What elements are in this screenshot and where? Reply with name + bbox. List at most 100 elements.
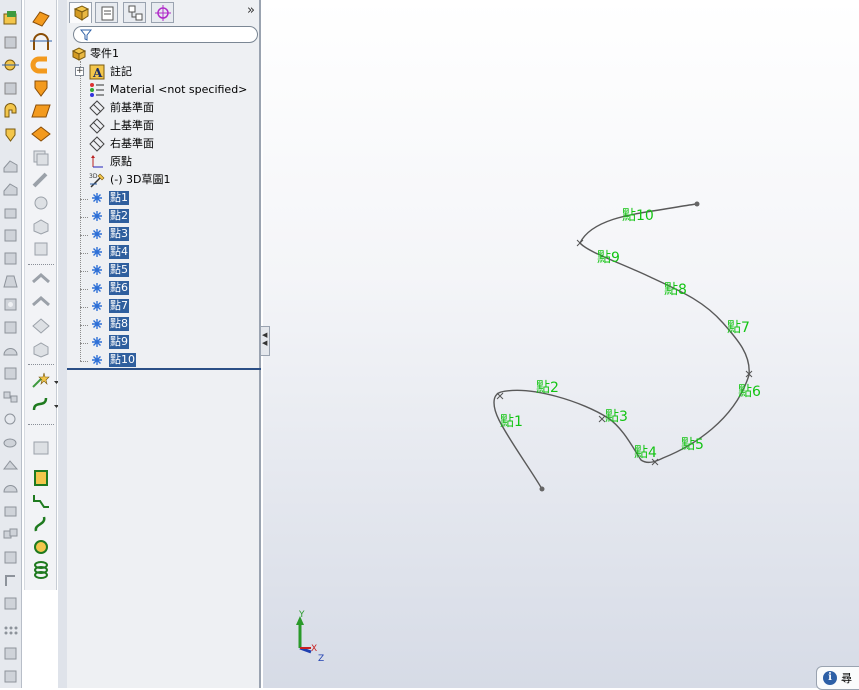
extruded-boss-icon[interactable] (2, 10, 19, 27)
plane-icon (89, 136, 105, 152)
info-icon: i (823, 671, 837, 685)
reference-triad: Y X Z (296, 610, 324, 664)
thicken-icon[interactable] (30, 270, 52, 290)
origin-icon (91, 155, 103, 168)
fillet-icon[interactable] (2, 103, 19, 120)
configurationmanager-tab[interactable] (123, 2, 146, 23)
propertymanager-tab[interactable] (95, 2, 118, 23)
sketch-point-icon (92, 301, 102, 311)
helix-spiral-icon[interactable] (30, 560, 52, 580)
cut-sweep-icon[interactable] (2, 204, 19, 221)
point-label: 點1 (500, 414, 523, 430)
extend-surface-icon[interactable] (30, 170, 52, 190)
cut-with-surface-icon[interactable] (30, 316, 52, 336)
cut-extrude-icon[interactable] (2, 158, 19, 175)
fill-surface-icon[interactable] (30, 239, 52, 259)
info-tooltip[interactable]: i 尋 (816, 666, 859, 690)
curve-through-points-icon[interactable] (30, 394, 52, 414)
curve-pattern-icon[interactable] (2, 457, 19, 474)
panel-splitter-handle[interactable]: ◀ ◀ (261, 326, 270, 356)
rollback-bar[interactable] (67, 368, 261, 370)
assembly-icon[interactable] (2, 645, 19, 662)
dimxpert-tab[interactable] (151, 2, 174, 23)
point-label: 點9 (597, 250, 620, 266)
lofted-surface-icon[interactable] (30, 78, 52, 98)
point-label: 點7 (727, 320, 750, 336)
point-label: 點3 (605, 409, 628, 425)
replace-face-icon[interactable] (30, 339, 52, 359)
mirror-icon[interactable] (2, 365, 19, 382)
grid-icon[interactable] (2, 622, 19, 639)
toolbar-grip[interactable] (58, 0, 67, 688)
thickened-cut-icon[interactable] (30, 293, 52, 313)
untrim-surface-icon[interactable] (30, 216, 52, 236)
projected-curve-icon[interactable] (30, 468, 52, 488)
hole-icon[interactable] (2, 296, 19, 313)
loft-icon[interactable] (2, 80, 19, 97)
rib-icon[interactable] (2, 126, 19, 143)
scale-icon[interactable] (2, 503, 19, 520)
3d-sketch-icon: 3D (89, 173, 105, 188)
linear-pattern-icon[interactable] (2, 388, 19, 405)
point-marker (496, 392, 504, 400)
sketch-point-icon (92, 337, 102, 347)
move-body-icon[interactable] (2, 572, 19, 589)
cut-loft-icon[interactable] (2, 227, 19, 244)
sketch-point-icon (92, 355, 102, 365)
spline-end-point (539, 486, 545, 492)
triad-y-label: Y (298, 610, 305, 620)
plane-icon (89, 118, 105, 134)
knit-surface-icon[interactable] (30, 147, 52, 167)
expand-toggle[interactable]: + (75, 67, 84, 76)
info-text: 尋 (841, 672, 852, 685)
point-marker (576, 239, 584, 247)
shell-icon[interactable] (2, 250, 19, 267)
annotation-icon: A (89, 64, 105, 80)
point-label: 點2 (536, 380, 559, 396)
wrap-icon[interactable] (2, 319, 19, 336)
material-icon (90, 83, 104, 97)
point-label: 點4 (634, 445, 657, 461)
sketch-point-icon (92, 247, 102, 257)
feature-manager-tabs: » (67, 0, 261, 24)
featuremanager-tab[interactable] (69, 2, 92, 23)
extruded-surface-icon[interactable] (30, 8, 52, 28)
svg-text:A: A (92, 66, 103, 80)
swept-surface-icon[interactable] (30, 55, 52, 75)
curve-reference-points-icon[interactable] (30, 537, 52, 557)
split-line-icon[interactable] (30, 438, 52, 458)
triad-z-label: Z (318, 654, 324, 664)
dome-icon[interactable] (2, 342, 19, 359)
draft-icon[interactable] (2, 273, 19, 290)
sweep-icon[interactable] (2, 57, 19, 74)
split-icon[interactable] (2, 549, 19, 566)
spline-end-point (694, 201, 700, 207)
combine-icon[interactable] (2, 526, 19, 543)
tools-icon[interactable] (2, 668, 19, 685)
graphics-area[interactable]: 點1 點2 點3 點4 點5 點6 點7 點8 點9 點10 Y X Z (263, 0, 859, 688)
svg-text:3D: 3D (89, 173, 98, 180)
point-label: 點8 (664, 282, 687, 298)
sketch-canvas[interactable]: 點1 點2 點3 點4 點5 點6 點7 點8 點9 點10 Y X Z (263, 0, 859, 688)
sketch-pattern-icon[interactable] (2, 434, 19, 451)
revolved-surface-icon[interactable] (30, 32, 52, 52)
planar-surface-icon[interactable] (30, 101, 52, 121)
spline-curve (493, 203, 750, 490)
sketch-point-icon (92, 193, 102, 203)
fill-pattern-icon[interactable] (2, 480, 19, 497)
circular-pattern-icon[interactable] (2, 411, 19, 428)
sketch-point-icon (92, 211, 102, 221)
collapse-chevron[interactable]: » (247, 3, 255, 18)
point-label: 點5 (681, 437, 704, 453)
revolve-icon[interactable] (2, 34, 19, 51)
point-label: 點6 (738, 384, 761, 400)
tree-filter-input[interactable] (73, 26, 258, 43)
reference-point-icon[interactable] (30, 370, 52, 390)
delete-body-icon[interactable] (2, 595, 19, 612)
composite-curve-icon[interactable] (30, 491, 52, 511)
trim-surface-icon[interactable] (30, 193, 52, 213)
left-toolbar (0, 0, 22, 688)
offset-surface-icon[interactable] (30, 124, 52, 144)
curve-through-xyz-icon[interactable] (30, 514, 52, 534)
cut-revolve-icon[interactable] (2, 181, 19, 198)
